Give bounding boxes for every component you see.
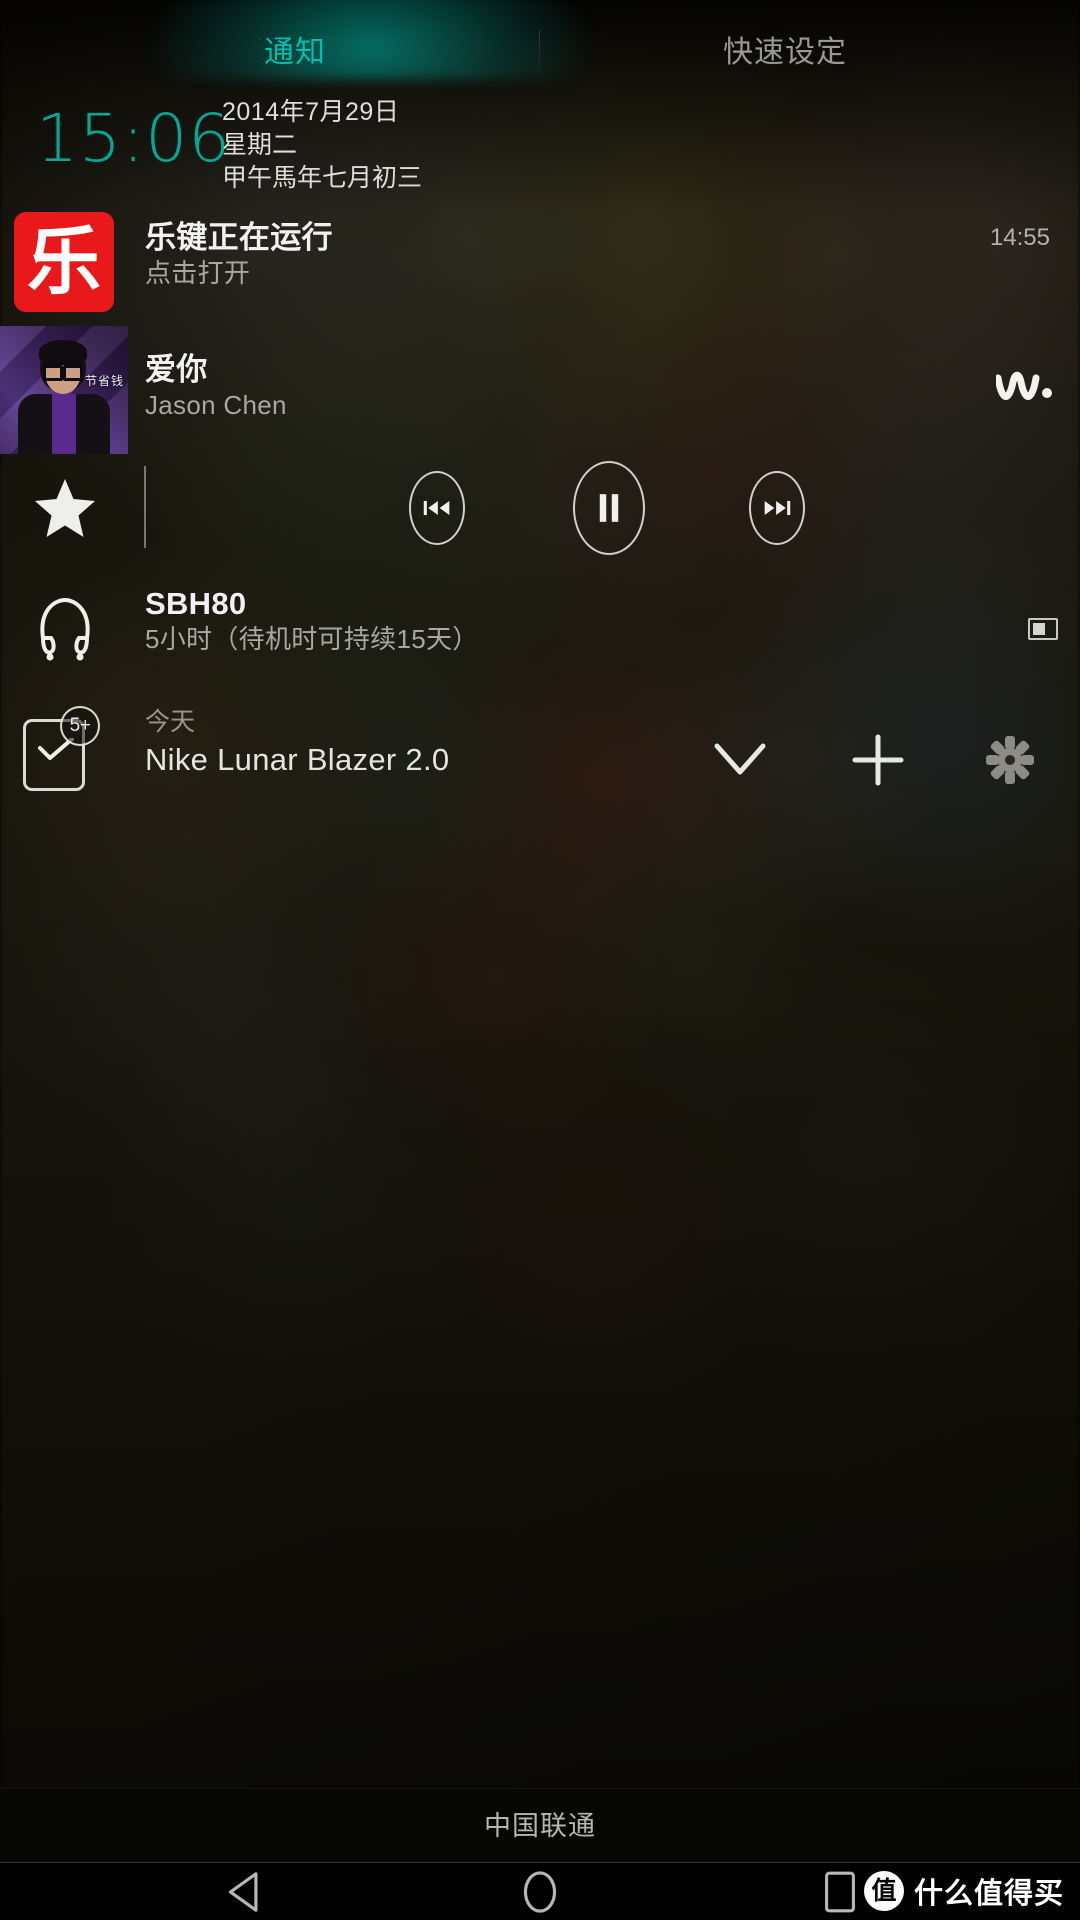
battery-icon [1028, 618, 1058, 640]
media-controls-row [0, 454, 1080, 564]
shade-tab-bar: 通知 快速设定 [0, 22, 1080, 84]
gear-icon[interactable] [986, 736, 1034, 784]
date-gregorian: 2014年7月29日 [222, 98, 400, 126]
notification-timestamp: 14:55 [989, 224, 1050, 251]
notification-subtitle: 点击打开 [145, 258, 251, 288]
album-art-hair [39, 340, 87, 364]
notification-music-player[interactable]: 节省钱 爱你 Jason Chen [0, 326, 1080, 454]
phone-screen: 通知 快速设定 15:06 2014年7月29日 星期二 甲午馬年七月初三 乐 … [0, 0, 1080, 1920]
notification-text-block: SBH80 5小时（待机时可持续15天） [145, 586, 479, 656]
plus-icon[interactable] [852, 734, 904, 786]
back-triangle-icon[interactable] [180, 1863, 310, 1920]
album-art-watermark: 节省钱 [84, 374, 124, 388]
controls-divider [144, 466, 146, 548]
tab-notifications[interactable]: 通知 [150, 22, 440, 84]
notification-thumbnail: 乐 [0, 198, 128, 326]
track-title: 爱你 [145, 352, 208, 387]
track-artist: Jason Chen [145, 390, 287, 420]
date-lunar: 甲午馬年七月初三 [222, 164, 423, 192]
watermark-text: 什么值得买 [913, 1876, 1064, 1910]
pause-icon[interactable] [573, 461, 645, 555]
watermark-logo: 值 [863, 1871, 904, 1911]
album-art-glasses [43, 362, 83, 381]
star-icon[interactable] [33, 476, 97, 540]
notification-lejian-service[interactable]: 乐 乐键正在运行 点击打开 14:55 [0, 198, 1080, 326]
tab-divider [539, 30, 540, 76]
notification-text-block: 爱你 Jason Chen [145, 352, 287, 422]
notification-text-block: 乐键正在运行 点击打开 [145, 220, 333, 290]
notification-list: 乐 乐键正在运行 点击打开 14:55 节省钱 爱你 Jason Chen SB… [0, 198, 1080, 812]
task-title: Nike Lunar Blazer 2.0 [145, 742, 450, 777]
home-circle-icon[interactable] [475, 1863, 605, 1920]
task-date-label: 今天 [145, 708, 196, 736]
notification-text-block: 今天 Nike Lunar Blazer 2.0 [145, 706, 449, 782]
tab-quick-settings[interactable]: 快速设定 [640, 22, 930, 84]
app-icon-lejian: 乐 [14, 212, 114, 312]
notification-headset-battery[interactable]: SBH80 5小时（待机时可持续15天） [0, 564, 1080, 692]
site-watermark: 值 什么值得买 [863, 1868, 1064, 1914]
clock-date-block: 15:06 2014年7月29日 星期二 甲午馬年七月初三 [0, 96, 1080, 196]
carrier-bar: 中国联通 [0, 1788, 1080, 1862]
album-art: 节省钱 [0, 326, 128, 454]
notification-task-reminder[interactable]: 5+ 今天 Nike Lunar Blazer 2.0 [0, 692, 1080, 812]
carrier-name: 中国联通 [484, 1811, 596, 1841]
skip-next-icon[interactable] [749, 471, 805, 545]
headset-icon [30, 594, 100, 664]
date-column: 2014年7月29日 星期二 甲午馬年七月初三 [222, 96, 742, 195]
walkman-logo-icon [994, 368, 1058, 408]
badge-count: 5+ [60, 706, 100, 746]
chevron-down-icon[interactable] [713, 740, 767, 780]
date-weekday: 星期二 [222, 131, 298, 159]
device-name: SBH80 [145, 586, 247, 621]
notification-title: 乐键正在运行 [145, 220, 333, 255]
skip-previous-icon[interactable] [409, 471, 465, 545]
battery-duration: 5小时（待机时可持续15天） [145, 624, 479, 654]
album-art-shirt [52, 394, 76, 454]
notification-thumbnail: 节省钱 [0, 326, 128, 454]
clock-time[interactable]: 15:06 [36, 102, 231, 176]
